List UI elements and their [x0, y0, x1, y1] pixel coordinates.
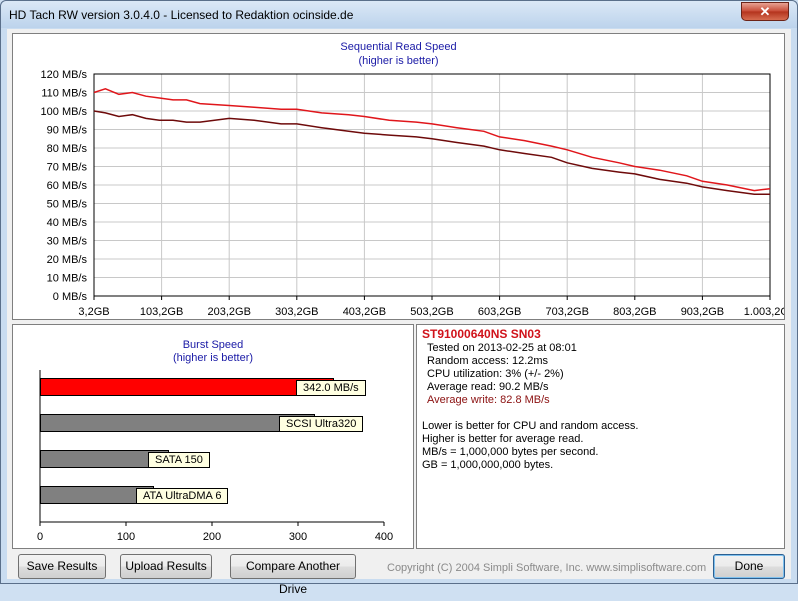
y-tick-label: 80 MB/s	[47, 143, 88, 155]
drive-name: ST91000640NS SN03	[422, 327, 541, 341]
info-panel: ST91000640NS SN03 Tested on 2013-02-25 a…	[416, 324, 785, 549]
y-tick-label: 40 MB/s	[47, 217, 88, 229]
burst-bar-label: 342.0 MB/s	[296, 380, 366, 396]
burst-bar	[40, 414, 316, 432]
x-tick-label: 603,2GB	[478, 306, 521, 318]
done-button[interactable]: Done	[713, 554, 785, 579]
average-read: Average read: 90.2 MB/s	[427, 381, 549, 393]
burst-x-tick-label: 0	[37, 531, 43, 543]
tested-date: Tested on 2013-02-25 at 08:01	[427, 342, 577, 354]
burst-x-tick-label: 400	[375, 531, 393, 543]
y-tick-label: 50 MB/s	[47, 199, 88, 211]
y-tick-label: 90 MB/s	[47, 125, 88, 137]
burst-panel: Burst Speed (higher is better) 0 100 200 30…	[12, 324, 414, 549]
client-area: Sequential Read Speed (higher is better)…	[7, 29, 791, 596]
y-tick-label: 20 MB/s	[47, 254, 88, 266]
close-button[interactable]: ✕	[741, 2, 789, 21]
x-tick-label: 203,2GB	[207, 306, 250, 318]
y-tick-label: 30 MB/s	[47, 236, 88, 248]
window-title: HD Tach RW version 3.0.4.0 - Licensed to…	[9, 8, 354, 22]
x-tick-label: 703,2GB	[545, 306, 588, 318]
x-tick-label: 1.003,2GB	[744, 306, 784, 318]
burst-bar	[40, 378, 335, 396]
burst-x-tick-label: 100	[117, 531, 135, 543]
y-tick-label: 110 MB/s	[41, 88, 87, 100]
x-tick-label: 403,2GB	[343, 306, 386, 318]
y-tick-label: 60 MB/s	[47, 180, 88, 192]
x-tick-label: 303,2GB	[275, 306, 318, 318]
compare-drive-label: Compare Another Drive	[245, 559, 341, 596]
burst-x-tick-label: 200	[203, 531, 221, 543]
random-access: Random access: 12.2ms	[427, 355, 549, 367]
note-lower-better: Lower is better for CPU and random acces…	[422, 420, 639, 432]
note-higher-better: Higher is better for average read.	[422, 433, 584, 445]
app-window: HD Tach RW version 3.0.4.0 - Licensed to…	[0, 0, 798, 596]
save-results-button[interactable]: Save Results	[18, 554, 106, 579]
y-tick-label: 100 MB/s	[41, 106, 88, 118]
x-tick-label: 803,2GB	[613, 306, 656, 318]
done-label: Done	[734, 559, 764, 573]
y-tick-label: 10 MB/s	[47, 273, 88, 285]
burst-bar-label: SCSI Ultra320	[279, 416, 364, 432]
upload-results-label: Upload Results	[125, 559, 207, 573]
sequential-chart: 0 MB/s 10 MB/s 20 MB/s 30 MB/s 40 MB/s 50 MB/…	[41, 69, 784, 318]
note-gb-definition: GB = 1,000,000,000 bytes.	[422, 459, 554, 471]
burst-bar-label: ATA UltraDMA 6	[136, 488, 229, 504]
note-mbs-definition: MB/s = 1,000,000 bytes per second.	[422, 446, 599, 458]
y-tick-label: 120 MB/s	[41, 69, 88, 81]
x-tick-label: 903,2GB	[681, 306, 724, 318]
x-tick-label: 3,2GB	[78, 306, 109, 318]
burst-x-tick-label: 300	[289, 531, 307, 543]
burst-axes: 0 100 200 300 400	[37, 370, 393, 543]
burst-chart: 0 100 200 300 400 342.0 MB/s SCSI Ultra320 SATA…	[13, 325, 413, 548]
y-tick-label: 70 MB/s	[47, 162, 88, 174]
compare-drive-button[interactable]: Compare Another Drive	[230, 554, 356, 596]
y-tick-label: 0 MB/s	[53, 291, 88, 303]
x-tick-label: 103,2GB	[140, 306, 183, 318]
save-results-label: Save Results	[26, 559, 98, 573]
sequential-panel: Sequential Read Speed (higher is better)…	[12, 33, 785, 320]
average-write: Average write: 82.8 MB/s	[427, 394, 550, 406]
x-tick-label: 503,2GB	[410, 306, 453, 318]
title-bar: HD Tach RW version 3.0.4.0 - Licensed to…	[1, 1, 797, 28]
upload-results-button[interactable]: Upload Results	[120, 554, 212, 579]
copyright-text: Copyright (C) 2004 Simpli Software, Inc.…	[387, 562, 707, 574]
burst-bar-label: SATA 150	[148, 452, 210, 468]
cpu-utilization: CPU utilization: 3% (+/- 2%)	[427, 368, 564, 380]
